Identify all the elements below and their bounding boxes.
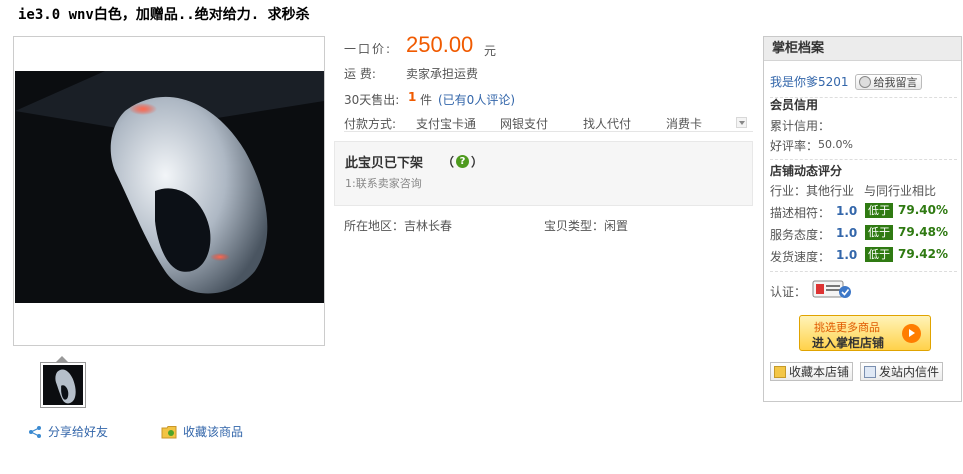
sold-label: 30天售出:	[344, 93, 400, 107]
send-message-button[interactable]: 发站内信件	[860, 362, 944, 381]
mouse-photo	[15, 71, 324, 303]
folder-icon	[774, 365, 786, 378]
payment-label: 付款方式:	[344, 117, 397, 131]
certification-icon[interactable]	[812, 279, 852, 299]
dsr-title: 店铺动态评分	[770, 164, 843, 178]
rating-percent: 79.40%	[898, 203, 948, 217]
help-toggle[interactable]: （?）	[442, 153, 483, 170]
rating-score: 1.0	[836, 226, 858, 240]
credit-label: 累计信用：	[770, 119, 831, 133]
enter-shop-button[interactable]: 挑选更多商品 进入掌柜店铺	[799, 315, 931, 351]
favorite-item-link[interactable]: 收藏该商品	[161, 423, 243, 440]
shop-profile-panel: 掌柜档案 我是你爹5201 给我留言 会员信用 累计信用： 好评率： 50.0%…	[763, 36, 962, 402]
question-icon: ?	[456, 155, 470, 168]
main-product-image[interactable]	[15, 71, 324, 303]
payment-method[interactable]: 消费卡	[666, 115, 702, 132]
price-unit: 元	[484, 44, 497, 58]
favorite-item-label: 收藏该商品	[183, 425, 244, 439]
region-value: 吉林长春	[404, 219, 453, 233]
rating-label: 描述相符：	[770, 206, 831, 220]
divider	[770, 159, 957, 160]
positive-rate-value: 50.0%	[818, 138, 853, 151]
send-message-label: 发站内信件	[879, 365, 940, 379]
shipping-value: 卖家承担运费	[406, 67, 479, 81]
favorite-shop-button[interactable]: 收藏本店铺	[770, 362, 854, 381]
certification-label: 认证：	[770, 285, 807, 299]
payment-method[interactable]: 支付宝卡通	[416, 115, 476, 132]
leave-message-button[interactable]: 给我留言	[854, 73, 922, 90]
rating-label: 发货速度：	[770, 250, 831, 264]
divider	[770, 271, 957, 272]
product-title: ie3.0 wnv白色，加赠品..绝对给力. 求秒杀	[18, 7, 310, 23]
enter-shop-line2: 进入掌柜店铺	[812, 336, 885, 350]
offline-title: 此宝贝已下架	[345, 156, 424, 171]
price-value: 250.00	[406, 32, 474, 57]
item-type-label: 宝贝类型：	[544, 219, 605, 233]
payment-method[interactable]: 找人代付	[583, 115, 631, 132]
leave-message-label: 给我留言	[873, 75, 918, 89]
rating-badge: 低于	[865, 225, 893, 240]
sold-unit: 件	[420, 93, 433, 107]
arrow-right-icon	[902, 324, 921, 343]
shop-profile-header: 掌柜档案	[764, 37, 961, 61]
favorite-shop-label: 收藏本店铺	[789, 365, 850, 379]
chevron-down-icon[interactable]	[736, 117, 747, 128]
dsr-compare-header: 与同行业相比	[864, 184, 937, 198]
thumbnail-image	[43, 365, 83, 405]
item-type-value: 闲置	[604, 219, 629, 233]
rating-score: 1.0	[836, 204, 858, 218]
review-link[interactable]: (已有0人评论)	[438, 91, 515, 108]
rating-percent: 79.42%	[898, 247, 948, 261]
offline-tip: 1:联系卖家咨询	[345, 177, 422, 190]
enter-shop-line1: 挑选更多商品	[814, 321, 880, 334]
sold-count: 1	[408, 90, 417, 104]
share-label: 分享给好友	[48, 425, 109, 439]
payment-methods-row: 付款方式: 支付宝卡通 网银支付 找人代付 消费卡	[344, 112, 753, 132]
main-image-frame	[13, 36, 325, 346]
shipping-label: 运 费:	[344, 67, 376, 81]
thumbnail-item[interactable]	[40, 362, 86, 408]
dsr-industry: 行业：其他行业	[770, 184, 855, 198]
rating-label: 服务态度：	[770, 228, 831, 242]
folder-star-icon	[161, 425, 177, 438]
seller-row: 我是你爹5201 给我留言	[770, 73, 922, 90]
envelope-icon	[864, 365, 876, 378]
share-link[interactable]: 分享给好友	[28, 423, 108, 440]
share-icon	[29, 425, 41, 438]
rating-score: 1.0	[836, 248, 858, 262]
chat-icon	[858, 75, 871, 88]
payment-method[interactable]: 网银支付	[500, 115, 548, 132]
seller-name-link[interactable]: 我是你爹5201	[770, 73, 849, 90]
rating-percent: 79.48%	[898, 225, 948, 239]
rating-badge: 低于	[865, 247, 893, 262]
offline-notice: 此宝贝已下架 （?） 1:联系卖家咨询	[334, 141, 753, 206]
member-credit-title: 会员信用	[770, 98, 819, 112]
price-label: 一口价:	[344, 42, 393, 56]
rating-badge: 低于	[865, 203, 893, 218]
region-label: 所在地区：	[344, 219, 405, 233]
positive-rate-label: 好评率：	[770, 139, 819, 153]
